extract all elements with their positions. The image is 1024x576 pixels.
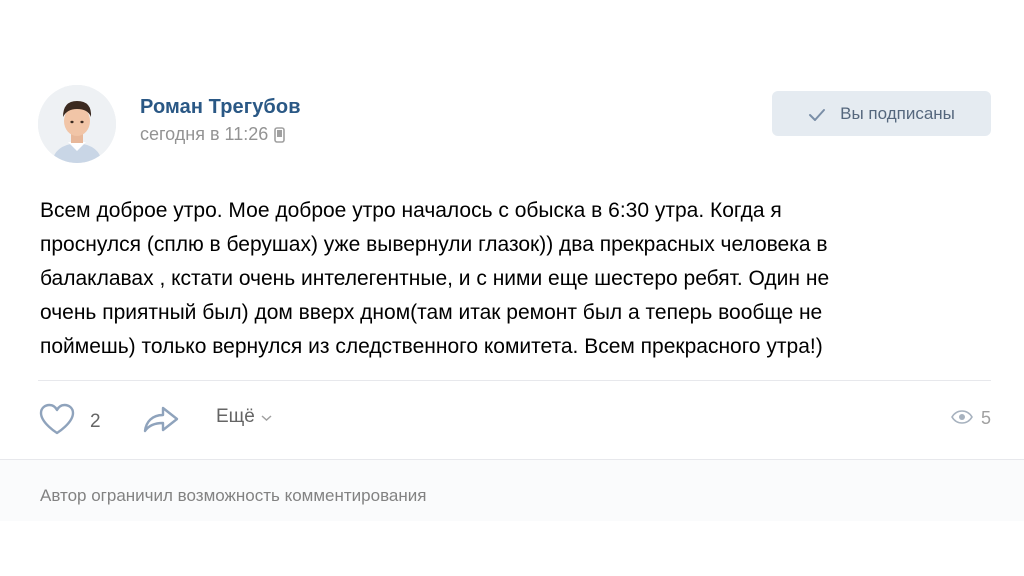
views-count: 5 bbox=[980, 408, 991, 428]
check-icon bbox=[808, 107, 826, 121]
post-text-line: очень приятный был) дом вверх дном(там и… bbox=[40, 301, 823, 324]
share-button[interactable] bbox=[142, 404, 180, 439]
post-text-line: проснулся (сплю в берушах) уже вывернули… bbox=[40, 233, 828, 256]
post-text-line: балаклавах , кстати очень интелегентные,… bbox=[40, 267, 830, 290]
avatar-photo bbox=[38, 85, 116, 163]
post-text: Всем доброе утро. Мое доброе утро начало… bbox=[40, 194, 990, 364]
wall-post: Роман Трегубов сегодня в 11:26 Вы подпис… bbox=[0, 0, 1024, 576]
post-text-line: поймешь) только вернулся из следственног… bbox=[40, 335, 823, 358]
divider bbox=[38, 380, 991, 381]
heart-icon bbox=[38, 402, 76, 441]
subscribed-label: Вы подписаны bbox=[840, 103, 955, 123]
avatar[interactable] bbox=[38, 85, 116, 163]
like-count: 2 bbox=[90, 410, 101, 432]
post-time-text[interactable]: сегодня в 11:26 bbox=[140, 124, 268, 145]
author-name[interactable]: Роман Трегубов bbox=[140, 96, 301, 119]
views-counter: 5 bbox=[951, 408, 991, 429]
post-actions: 2 Ещё 5 bbox=[38, 398, 991, 442]
share-arrow-icon bbox=[142, 406, 180, 438]
phone-icon bbox=[274, 126, 286, 143]
post-text-line: Всем доброе утро. Мое доброе утро начало… bbox=[40, 199, 782, 222]
subscribed-button[interactable]: Вы подписаны bbox=[772, 91, 991, 136]
post-time[interactable]: сегодня в 11:26 bbox=[140, 124, 286, 145]
chevron-down-icon bbox=[261, 406, 272, 428]
like-button[interactable]: 2 bbox=[38, 402, 101, 441]
comments-area: Автор ограничил возможность комментирова… bbox=[0, 459, 1024, 521]
more-button[interactable]: Ещё bbox=[216, 406, 272, 428]
comments-disabled-note: Автор ограничил возможность комментирова… bbox=[40, 486, 427, 505]
eye-icon bbox=[951, 408, 973, 429]
more-label: Ещё bbox=[216, 406, 255, 427]
